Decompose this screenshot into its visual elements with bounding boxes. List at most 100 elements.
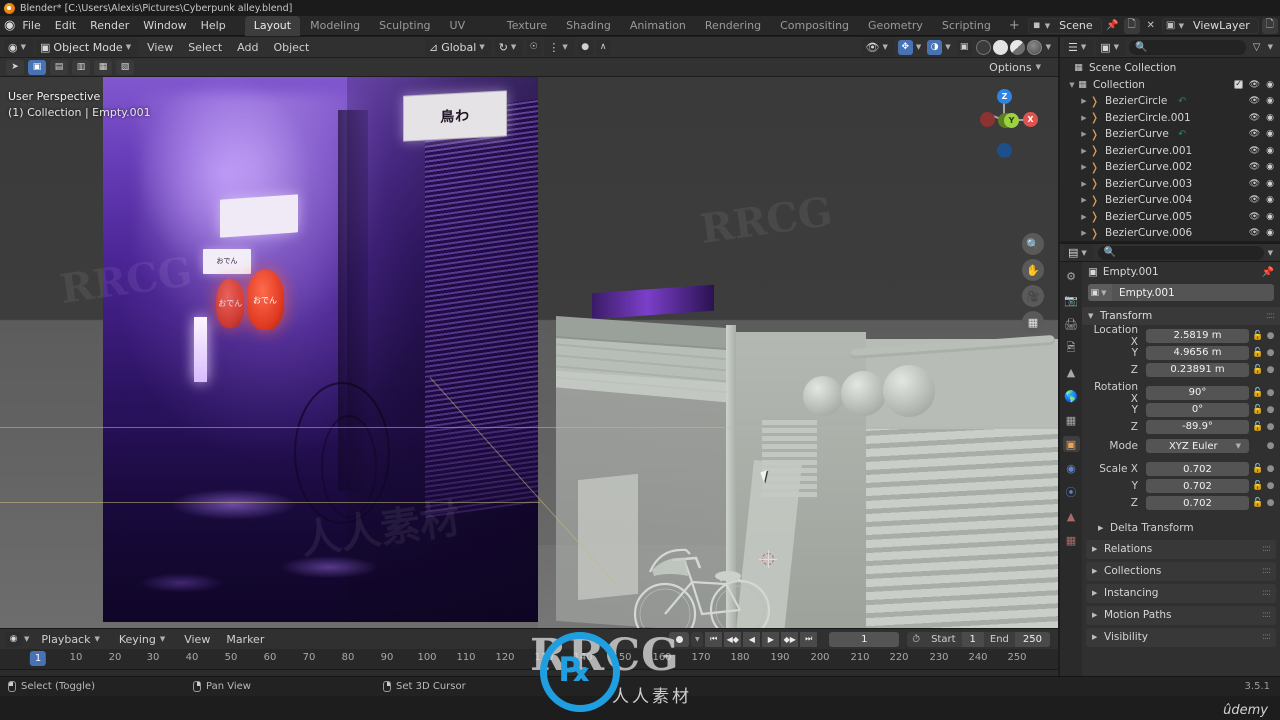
viewport-menu-view[interactable]: View — [141, 41, 179, 54]
navigation-gizmo[interactable]: Z X Y — [970, 85, 1038, 158]
outliner-row-beziercircle[interactable]: ▶ ❭ BezierCircle ↶ 👁 ◉ — [1060, 93, 1280, 110]
camera-icon[interactable]: ◉ — [1266, 162, 1274, 172]
tweak-tool-icon[interactable]: ➤ — [6, 59, 24, 75]
camera-icon[interactable]: ◉ — [1266, 129, 1274, 139]
lock-icon[interactable]: 🔓 — [1252, 405, 1263, 415]
new-viewlayer-icon[interactable]: 🗋 — [1261, 17, 1278, 34]
animate-dot-icon[interactable]: ● — [1266, 441, 1275, 451]
visibility-panel[interactable]: ▶ Visibility :::: — [1086, 627, 1276, 647]
timeline-menu-view[interactable]: View — [177, 633, 217, 646]
editor-type-selector[interactable]: ◉ ▼ — [4, 38, 33, 56]
gizmo-x-negative[interactable] — [980, 112, 995, 127]
proportional-edit-icon[interactable]: ● — [577, 39, 593, 55]
outliner-row-beziercurve-001[interactable]: ▶ ❭ BezierCurve.001 👁 ◉ — [1060, 143, 1280, 160]
shading-solid-icon[interactable] — [992, 39, 1008, 55]
shading-material-icon[interactable] — [1009, 39, 1025, 55]
animate-dot-icon[interactable]: ● — [1266, 481, 1275, 491]
outliner-row-beziercurve-005[interactable]: ▶ ❭ BezierCurve.005 👁 ◉ — [1060, 209, 1280, 226]
select-intersect-icon[interactable]: ▧ — [116, 59, 134, 75]
disclosure-triangle-icon[interactable]: ▶ — [1080, 196, 1088, 204]
select-box-icon[interactable]: ▣ — [28, 59, 46, 75]
transform-panel-header[interactable]: ▼ Transform :::: — [1082, 307, 1280, 325]
gizmo-z-positive[interactable]: Z — [997, 89, 1012, 104]
viewport-options-button[interactable]: Options ▼ — [983, 60, 1050, 75]
disclosure-triangle-icon[interactable]: ▶ — [1080, 147, 1088, 155]
tab-rendering[interactable]: Rendering — [696, 16, 770, 36]
disclosure-triangle-icon[interactable]: ▶ — [1080, 97, 1088, 105]
delta-transform-panel[interactable]: ▶ Delta Transform — [1082, 519, 1280, 537]
timeline-menu-keying[interactable]: Keying ▼ — [112, 633, 175, 646]
timeline-menu-playback[interactable]: Playback ▼ — [34, 633, 109, 646]
eye-icon[interactable]: 👁 — [1249, 212, 1260, 222]
tab-render[interactable]: 📷 — [1063, 292, 1080, 308]
tab-scripting[interactable]: Scripting — [933, 16, 1000, 36]
current-frame-field[interactable]: 1 — [829, 631, 900, 647]
shading-rendered-icon[interactable] — [1026, 39, 1042, 55]
timeline-menu-marker[interactable]: Marker — [219, 633, 271, 646]
instancing-panel[interactable]: ▶ Instancing :::: — [1086, 583, 1276, 603]
eye-icon[interactable]: 👁 — [1249, 179, 1260, 189]
chevron-down-icon[interactable]: ▼ — [1046, 43, 1054, 51]
shading-wireframe-icon[interactable] — [975, 39, 991, 55]
select-subtract-icon[interactable]: ▥ — [72, 59, 90, 75]
menu-edit[interactable]: Edit — [48, 17, 83, 35]
camera-icon[interactable]: ◉ — [1266, 80, 1274, 90]
select-extend-icon[interactable]: ▤ — [50, 59, 68, 75]
object-name-field[interactable]: ▣ ▼ Empty.001 — [1088, 284, 1274, 301]
tab-texture[interactable]: ▦ — [1063, 532, 1080, 548]
timeline-editor-type-icon[interactable]: ◉ — [5, 631, 22, 647]
outliner-row-beziercurve-002[interactable]: ▶ ❭ BezierCurve.002 👁 ◉ — [1060, 159, 1280, 176]
camera-icon[interactable]: ◉ — [1266, 195, 1274, 205]
transform-orientation-selector[interactable]: ⊿ Global ▼ — [425, 38, 492, 56]
animate-dot-icon[interactable]: ● — [1266, 365, 1275, 375]
collections-panel[interactable]: ▶ Collections :::: — [1086, 561, 1276, 581]
eye-icon[interactable]: 👁 — [1249, 228, 1260, 238]
eye-icon[interactable]: 👁 — [1249, 162, 1260, 172]
snap-magnet-icon[interactable]: ☉ — [526, 39, 542, 55]
prev-keyframe-button[interactable]: ◀◆ — [724, 631, 742, 647]
falloff-curve-icon[interactable]: ∧ — [595, 39, 611, 55]
gizmo-x-positive[interactable]: X — [1023, 112, 1038, 127]
motion-paths-panel[interactable]: ▶ Motion Paths :::: — [1086, 605, 1276, 625]
snap-pivot-selector[interactable]: ↻ ▼ — [494, 38, 524, 56]
outliner-row-beziercurve[interactable]: ▶ ❭ BezierCurve ↶ 👁 ◉ — [1060, 126, 1280, 143]
gizmo-z-negative[interactable] — [997, 143, 1012, 158]
viewport-menu-add[interactable]: Add — [231, 41, 264, 54]
outliner-editor-type-selector[interactable]: ☰ ▼ — [1064, 38, 1094, 56]
next-keyframe-button[interactable]: ◆▶ — [781, 631, 799, 647]
tab-collection[interactable]: ▦ — [1063, 412, 1080, 428]
eye-icon[interactable]: 👁 — [1249, 129, 1260, 139]
tab-animation[interactable]: Animation — [621, 16, 695, 36]
eye-icon[interactable]: 👁 — [1249, 113, 1260, 123]
tab-scene[interactable]: ▲ — [1063, 364, 1080, 380]
camera-icon[interactable]: 🎥 — [1022, 285, 1044, 307]
disclosure-triangle-icon[interactable]: ▶ — [1080, 130, 1088, 138]
lock-icon[interactable]: 🔓 — [1252, 422, 1263, 432]
snap-settings-selector[interactable]: ⋮ ▼ — [544, 38, 575, 56]
chevron-down-icon[interactable]: ▼ — [945, 43, 953, 51]
animate-dot-icon[interactable]: ● — [1266, 498, 1275, 508]
animate-dot-icon[interactable]: ● — [1266, 464, 1275, 474]
tab-sculpting[interactable]: Sculpting — [370, 16, 439, 36]
properties-panel[interactable]: ▣ Empty.001 📌 ▣ ▼ Empty.001 ▼ Transform … — [1082, 262, 1280, 676]
jump-to-start-button[interactable]: ⏮ — [705, 631, 723, 647]
rotation-x-field[interactable]: 90° — [1146, 385, 1249, 400]
tab-uv-editing[interactable]: UV Editing — [441, 16, 497, 52]
outliner-row-scene-collection[interactable]: ▦ Scene Collection — [1060, 60, 1280, 77]
outliner-row-collection[interactable]: ▼ ▦ Collection 👁 ◉ — [1060, 77, 1280, 94]
new-scene-icon[interactable]: 🗋 — [1123, 17, 1140, 34]
eye-icon[interactable]: 👁 — [1249, 146, 1260, 156]
scale-z-field[interactable]: 0.702 — [1146, 496, 1249, 511]
hand-icon[interactable]: ✋ — [1022, 259, 1044, 281]
location-x-field[interactable]: 2.5819 m — [1146, 328, 1249, 343]
rotation-y-field[interactable]: 0° — [1146, 402, 1249, 417]
collection-checkbox[interactable] — [1233, 79, 1243, 90]
pin-icon[interactable]: 📌 — [1105, 18, 1121, 34]
disclosure-triangle-icon[interactable]: ▶ — [1080, 114, 1088, 122]
chevron-down-icon[interactable]: ▼ — [691, 631, 704, 647]
camera-icon[interactable]: ◉ — [1266, 228, 1274, 238]
outliner-row-beziercurve-003[interactable]: ▶ ❭ BezierCurve.003 👁 ◉ — [1060, 176, 1280, 193]
scene-selector[interactable]: ◾ ▼ Scene — [1027, 17, 1102, 34]
viewlayer-selector[interactable]: ▣ ▼ ViewLayer — [1161, 17, 1259, 34]
lock-icon[interactable]: 🔓 — [1252, 481, 1263, 491]
